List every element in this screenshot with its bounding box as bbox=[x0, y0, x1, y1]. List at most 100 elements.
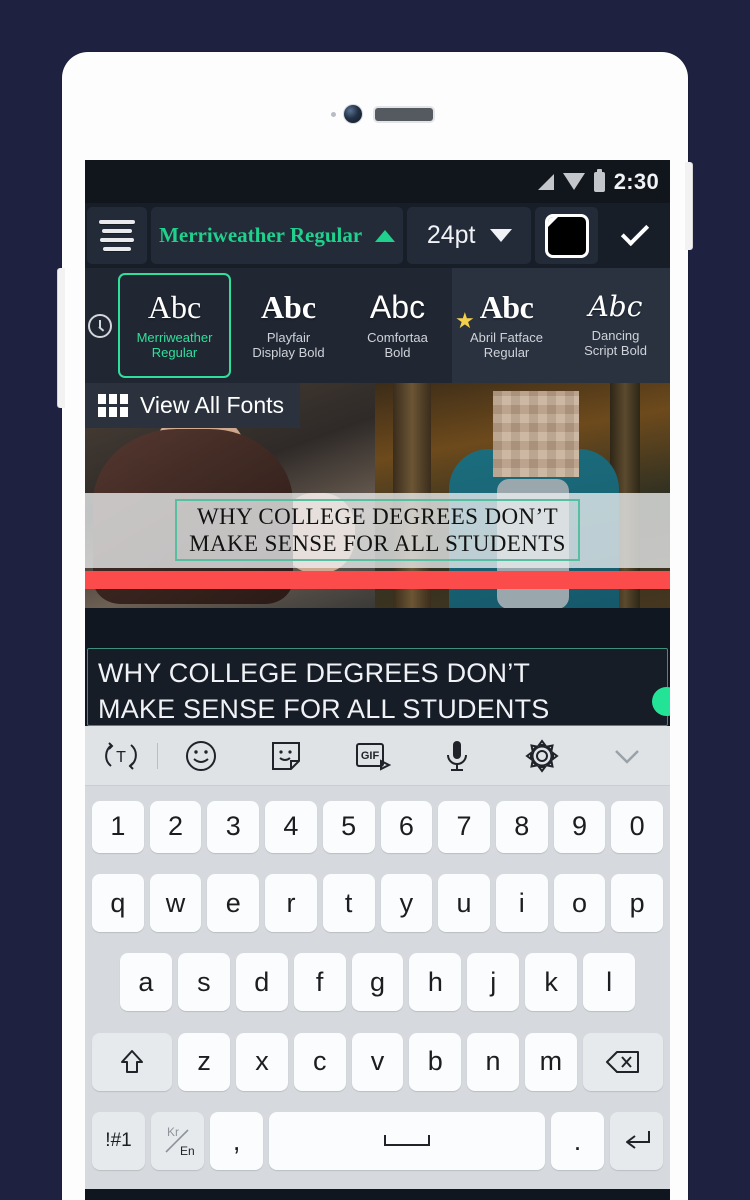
key-7[interactable]: 7 bbox=[438, 800, 490, 853]
text-align-button[interactable] bbox=[87, 207, 148, 264]
canvas-title-textbox[interactable]: WHY COLLEGE DEGREES DON’T MAKE SENSE FOR… bbox=[175, 499, 580, 561]
font-card-dancing-script-bold[interactable]: Abc Dancing Script Bold bbox=[561, 268, 670, 383]
text-input-field[interactable]: WHY COLLEGE DEGREES DON’T MAKE SENSE FOR… bbox=[87, 648, 668, 726]
keyboard-row-numbers: 1 2 3 4 5 6 7 8 9 0 bbox=[88, 800, 667, 853]
key-5[interactable]: 5 bbox=[322, 800, 375, 853]
chevron-down-icon bbox=[615, 749, 640, 764]
accent-bar bbox=[85, 571, 670, 589]
key-g[interactable]: g bbox=[351, 953, 404, 1012]
key-n[interactable]: n bbox=[467, 1032, 519, 1091]
key-r[interactable]: r bbox=[265, 874, 317, 933]
key-t[interactable]: t bbox=[322, 874, 375, 933]
key-o[interactable]: o bbox=[553, 874, 606, 933]
key-0[interactable]: 0 bbox=[611, 800, 664, 853]
microphone-icon bbox=[446, 740, 467, 771]
key-b[interactable]: b bbox=[409, 1032, 462, 1091]
clock-icon bbox=[88, 313, 112, 338]
microphone-button[interactable] bbox=[414, 738, 499, 774]
wifi-icon bbox=[562, 173, 585, 190]
key-4[interactable]: 4 bbox=[265, 800, 317, 853]
key-i[interactable]: i bbox=[495, 874, 548, 933]
shift-key[interactable] bbox=[92, 1032, 173, 1091]
key-p[interactable]: p bbox=[611, 874, 664, 933]
gif-button[interactable]: GIF bbox=[329, 739, 414, 773]
key-m[interactable]: m bbox=[524, 1032, 577, 1091]
key-a[interactable]: a bbox=[120, 953, 172, 1012]
text-transform-button[interactable]: T bbox=[85, 739, 157, 773]
view-all-fonts-button[interactable]: View All Fonts bbox=[85, 383, 301, 428]
space-key[interactable] bbox=[269, 1112, 545, 1171]
emoji-button[interactable] bbox=[158, 739, 243, 773]
key-9[interactable]: 9 bbox=[553, 800, 606, 853]
canvas-title-line2: MAKE SENSE FOR ALL STUDENTS bbox=[189, 531, 566, 556]
keyboard-row-top: q w e r t y u i o p bbox=[88, 874, 667, 933]
key-8[interactable]: 8 bbox=[495, 800, 548, 853]
key-2[interactable]: 2 bbox=[149, 800, 202, 853]
signal-icon bbox=[537, 173, 554, 190]
sticker-button[interactable] bbox=[244, 739, 329, 773]
language-switch-icon: Kr En bbox=[164, 1125, 194, 1158]
language-switch-key[interactable]: Kr En bbox=[151, 1112, 205, 1171]
key-c[interactable]: c bbox=[293, 1032, 346, 1091]
font-card-label-line1: Merriweather bbox=[136, 330, 213, 345]
font-card-label-line2: Regular bbox=[151, 345, 198, 360]
backspace-key[interactable] bbox=[582, 1032, 663, 1091]
font-sample: Abc bbox=[147, 289, 202, 325]
volume-button[interactable] bbox=[57, 268, 65, 408]
key-f[interactable]: f bbox=[293, 953, 346, 1012]
key-s[interactable]: s bbox=[177, 953, 230, 1012]
key-h[interactable]: h bbox=[409, 953, 462, 1012]
power-button[interactable] bbox=[685, 162, 693, 250]
soft-keyboard[interactable]: T GIF 1 2 3 4 5 6 7 8 9 0 q w e r t y u … bbox=[85, 726, 670, 1189]
key-w[interactable]: w bbox=[149, 874, 202, 933]
key-u[interactable]: u bbox=[438, 874, 490, 933]
confirm-button[interactable] bbox=[602, 207, 668, 264]
favorite-star-icon: ★ bbox=[455, 308, 475, 333]
key-d[interactable]: d bbox=[235, 953, 288, 1012]
editor-line1: WHY COLLEGE DEGREES DON’T bbox=[98, 658, 531, 688]
canvas-title-line1: WHY COLLEGE DEGREES DON’T bbox=[196, 504, 559, 529]
key-x[interactable]: x bbox=[236, 1032, 288, 1091]
collapse-keyboard-button[interactable] bbox=[585, 741, 670, 771]
key-y[interactable]: y bbox=[380, 874, 433, 933]
font-size-button[interactable]: 24pt bbox=[407, 207, 532, 264]
font-card-label-line2: Bold bbox=[384, 345, 411, 360]
text-color-button[interactable] bbox=[535, 207, 599, 264]
sticker-icon bbox=[272, 741, 301, 770]
font-card-merriweather-regular[interactable]: Abc Merriweather Regular bbox=[118, 273, 231, 378]
font-sample: Abc bbox=[260, 289, 317, 325]
settings-button[interactable] bbox=[499, 738, 584, 774]
text-align-icon bbox=[99, 220, 136, 224]
key-j[interactable]: j bbox=[467, 953, 520, 1012]
svg-text:Kr: Kr bbox=[167, 1125, 179, 1139]
grid-icon bbox=[98, 394, 128, 417]
key-6[interactable]: 6 bbox=[380, 800, 433, 853]
font-picker-button[interactable]: Merriweather Regular bbox=[151, 207, 404, 264]
enter-key[interactable] bbox=[609, 1112, 664, 1171]
font-carousel[interactable]: Abc Merriweather Regular Abc Playfair Di… bbox=[85, 268, 670, 383]
key-e[interactable]: e bbox=[207, 874, 260, 933]
editor-line2: MAKE SENSE FOR ALL STUDENTS bbox=[98, 694, 550, 724]
key-k[interactable]: k bbox=[525, 953, 578, 1012]
key-1[interactable]: 1 bbox=[91, 800, 144, 853]
key-v[interactable]: v bbox=[351, 1032, 404, 1091]
period-key[interactable]: . bbox=[550, 1112, 604, 1171]
recent-fonts-button[interactable] bbox=[85, 268, 115, 383]
font-card-abril-fatface-regular[interactable]: ★ Abc Abril Fatface Regular bbox=[452, 268, 561, 383]
key-l[interactable]: l bbox=[583, 953, 636, 1012]
font-size-label: 24pt bbox=[426, 221, 476, 249]
comma-key[interactable]: , bbox=[210, 1112, 264, 1171]
font-card-comfortaa-bold[interactable]: Abc Comfortaa Bold bbox=[343, 268, 452, 383]
symbols-key[interactable]: !#1 bbox=[91, 1112, 146, 1171]
text-toolbar: Merriweather Regular 24pt bbox=[85, 203, 670, 268]
keyboard-row-bottom: z x c v b n m bbox=[88, 1032, 667, 1091]
font-card-label-line2: Regular bbox=[483, 345, 530, 360]
key-q[interactable]: q bbox=[91, 874, 144, 933]
font-card-playfair-display-bold[interactable]: Abc Playfair Display Bold bbox=[234, 268, 343, 383]
keyboard-rows: 1 2 3 4 5 6 7 8 9 0 q w e r t y u i o p … bbox=[85, 786, 670, 1189]
font-name-label: Merriweather Regular bbox=[159, 223, 363, 247]
phone-screen: 2:30 Merriweather Regular 24pt Abc Merri… bbox=[85, 160, 670, 1200]
design-canvas[interactable]: WHY COLLEGE DEGREES DON’T MAKE SENSE FOR… bbox=[85, 383, 670, 608]
key-3[interactable]: 3 bbox=[207, 800, 260, 853]
key-z[interactable]: z bbox=[178, 1032, 231, 1091]
